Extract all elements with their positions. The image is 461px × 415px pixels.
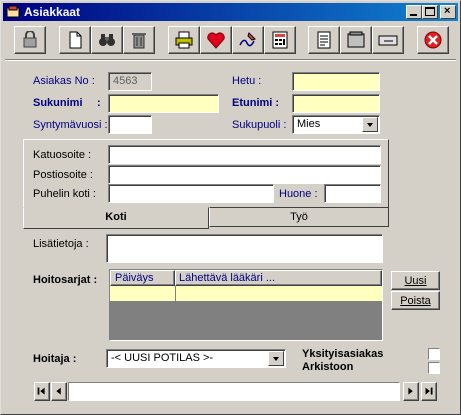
- calculator-button[interactable]: [264, 26, 296, 54]
- hoitaja-value: -< UUSI POTILAS >-: [111, 352, 214, 364]
- window-title: Asiakkaat: [24, 5, 81, 19]
- hetu-field[interactable]: [292, 72, 380, 91]
- exit-button[interactable]: [417, 26, 449, 54]
- katuosoite-label: Katuosoite :: [33, 149, 92, 161]
- sukupuoli-label: Sukupuoli :: [232, 119, 287, 131]
- uusi-button-label: Uusi: [404, 275, 427, 287]
- sukupuoli-select[interactable]: Mies: [292, 115, 380, 134]
- puhelin-field[interactable]: [108, 184, 274, 203]
- tab-koti-label: Koti: [105, 211, 127, 223]
- card-icon: [378, 35, 398, 46]
- delete-button[interactable]: [123, 26, 155, 54]
- postiosoite-label: Postiosoite :: [33, 169, 93, 181]
- lock-icon: [23, 31, 37, 48]
- postiosoite-field[interactable]: [108, 165, 381, 184]
- puhelin-label: Puhelin koti :: [33, 188, 96, 200]
- etunimi-label: Etunimi :: [232, 97, 280, 109]
- minimize-button[interactable]: [406, 5, 422, 19]
- poista-button-label: Poista: [400, 295, 431, 307]
- first-record-button[interactable]: [34, 382, 50, 401]
- huone-label: Huone :: [279, 188, 318, 200]
- trash-icon: [132, 33, 146, 49]
- yksityisasiakas-label: Yksityisasiakas: [302, 348, 384, 360]
- folder-button[interactable]: [340, 26, 372, 54]
- arkistoon-checkbox[interactable]: [428, 362, 440, 374]
- grid-header: Päiväys Lähettävä lääkäri ...: [110, 270, 382, 286]
- etunimi-field[interactable]: [292, 94, 380, 113]
- sign-button[interactable]: [232, 26, 264, 54]
- tab-tyo[interactable]: Työ: [209, 207, 389, 227]
- hetu-label: Hetu :: [232, 75, 262, 87]
- first-icon: [37, 387, 45, 395]
- calculator-icon: [272, 31, 288, 49]
- title-bar[interactable]: Asiakkaat ×: [3, 3, 458, 21]
- binoculars-icon: [99, 34, 115, 46]
- previous-icon: [56, 387, 61, 395]
- health-button[interactable]: [200, 26, 232, 54]
- new-button[interactable]: [59, 26, 91, 54]
- hoitaja-select[interactable]: -< UUSI POTILAS >-: [106, 349, 286, 368]
- grid-header-paivays[interactable]: Päiväys: [110, 270, 175, 286]
- print-button[interactable]: [168, 26, 200, 54]
- sukunimi-label: Sukunimi: [33, 97, 83, 109]
- lisatietoja-label: Lisätietoja :: [33, 238, 89, 250]
- hoitosarjat-grid[interactable]: Päiväys Lähettävä lääkäri ...: [109, 269, 383, 341]
- folder-icon: [347, 31, 365, 48]
- notes-icon: [317, 31, 331, 49]
- asiakas-no-label: Asiakas No :: [33, 75, 95, 87]
- table-row[interactable]: [110, 286, 382, 302]
- notes-button[interactable]: [308, 26, 340, 54]
- katuosoite-field[interactable]: [108, 145, 381, 164]
- next-icon: [408, 387, 413, 395]
- sign-icon: [239, 32, 256, 47]
- arkistoon-label: Arkistoon: [302, 361, 354, 373]
- last-record-button[interactable]: [421, 382, 437, 401]
- maximize-button[interactable]: [422, 5, 438, 19]
- hoitaja-label: Hoitaja :: [33, 353, 77, 365]
- next-record-button[interactable]: [403, 382, 419, 401]
- sukunimi-field[interactable]: [108, 94, 219, 113]
- yksityisasiakas-checkbox[interactable]: [428, 348, 440, 360]
- close-icon: [424, 31, 442, 49]
- lock-button[interactable]: [14, 26, 46, 54]
- asiakas-no-field: 4563: [108, 72, 152, 91]
- chevron-down-icon[interactable]: [362, 117, 378, 132]
- row-divider: [175, 286, 176, 302]
- heart-icon: [207, 32, 225, 49]
- print-icon: [175, 31, 193, 49]
- new-document-icon: [69, 31, 82, 49]
- huone-field[interactable]: [324, 184, 381, 203]
- uusi-button[interactable]: Uusi: [391, 271, 440, 290]
- app-icon: [6, 5, 20, 18]
- card-button[interactable]: [372, 26, 404, 54]
- tab-koti[interactable]: Koti: [23, 207, 209, 229]
- lisatietoja-field[interactable]: [106, 234, 383, 263]
- app-window: Asiakkaat × Asiakas No: 4563 Hetu: Suk…: [0, 0, 461, 415]
- grid-header-laakari[interactable]: Lähettävä lääkäri ...: [175, 270, 382, 286]
- hoitosarjat-label: Hoitosarjat :: [33, 274, 98, 286]
- search-button[interactable]: [91, 26, 123, 54]
- toolbar-separator: [5, 59, 456, 61]
- previous-record-button[interactable]: [51, 382, 67, 401]
- poista-button[interactable]: Poista: [391, 291, 440, 310]
- record-position-bar[interactable]: [68, 382, 400, 401]
- tab-tyo-label: Työ: [290, 211, 308, 223]
- window-close-button[interactable]: ×: [440, 5, 456, 19]
- sukupuoli-value: Mies: [297, 118, 321, 130]
- sukunimi-colon: :: [97, 97, 101, 109]
- syntymavuosi-label: Syntymävuosi :: [33, 119, 108, 131]
- syntymavuosi-field[interactable]: [108, 115, 152, 134]
- chevron-down-icon[interactable]: [268, 351, 284, 366]
- last-icon: [425, 387, 433, 395]
